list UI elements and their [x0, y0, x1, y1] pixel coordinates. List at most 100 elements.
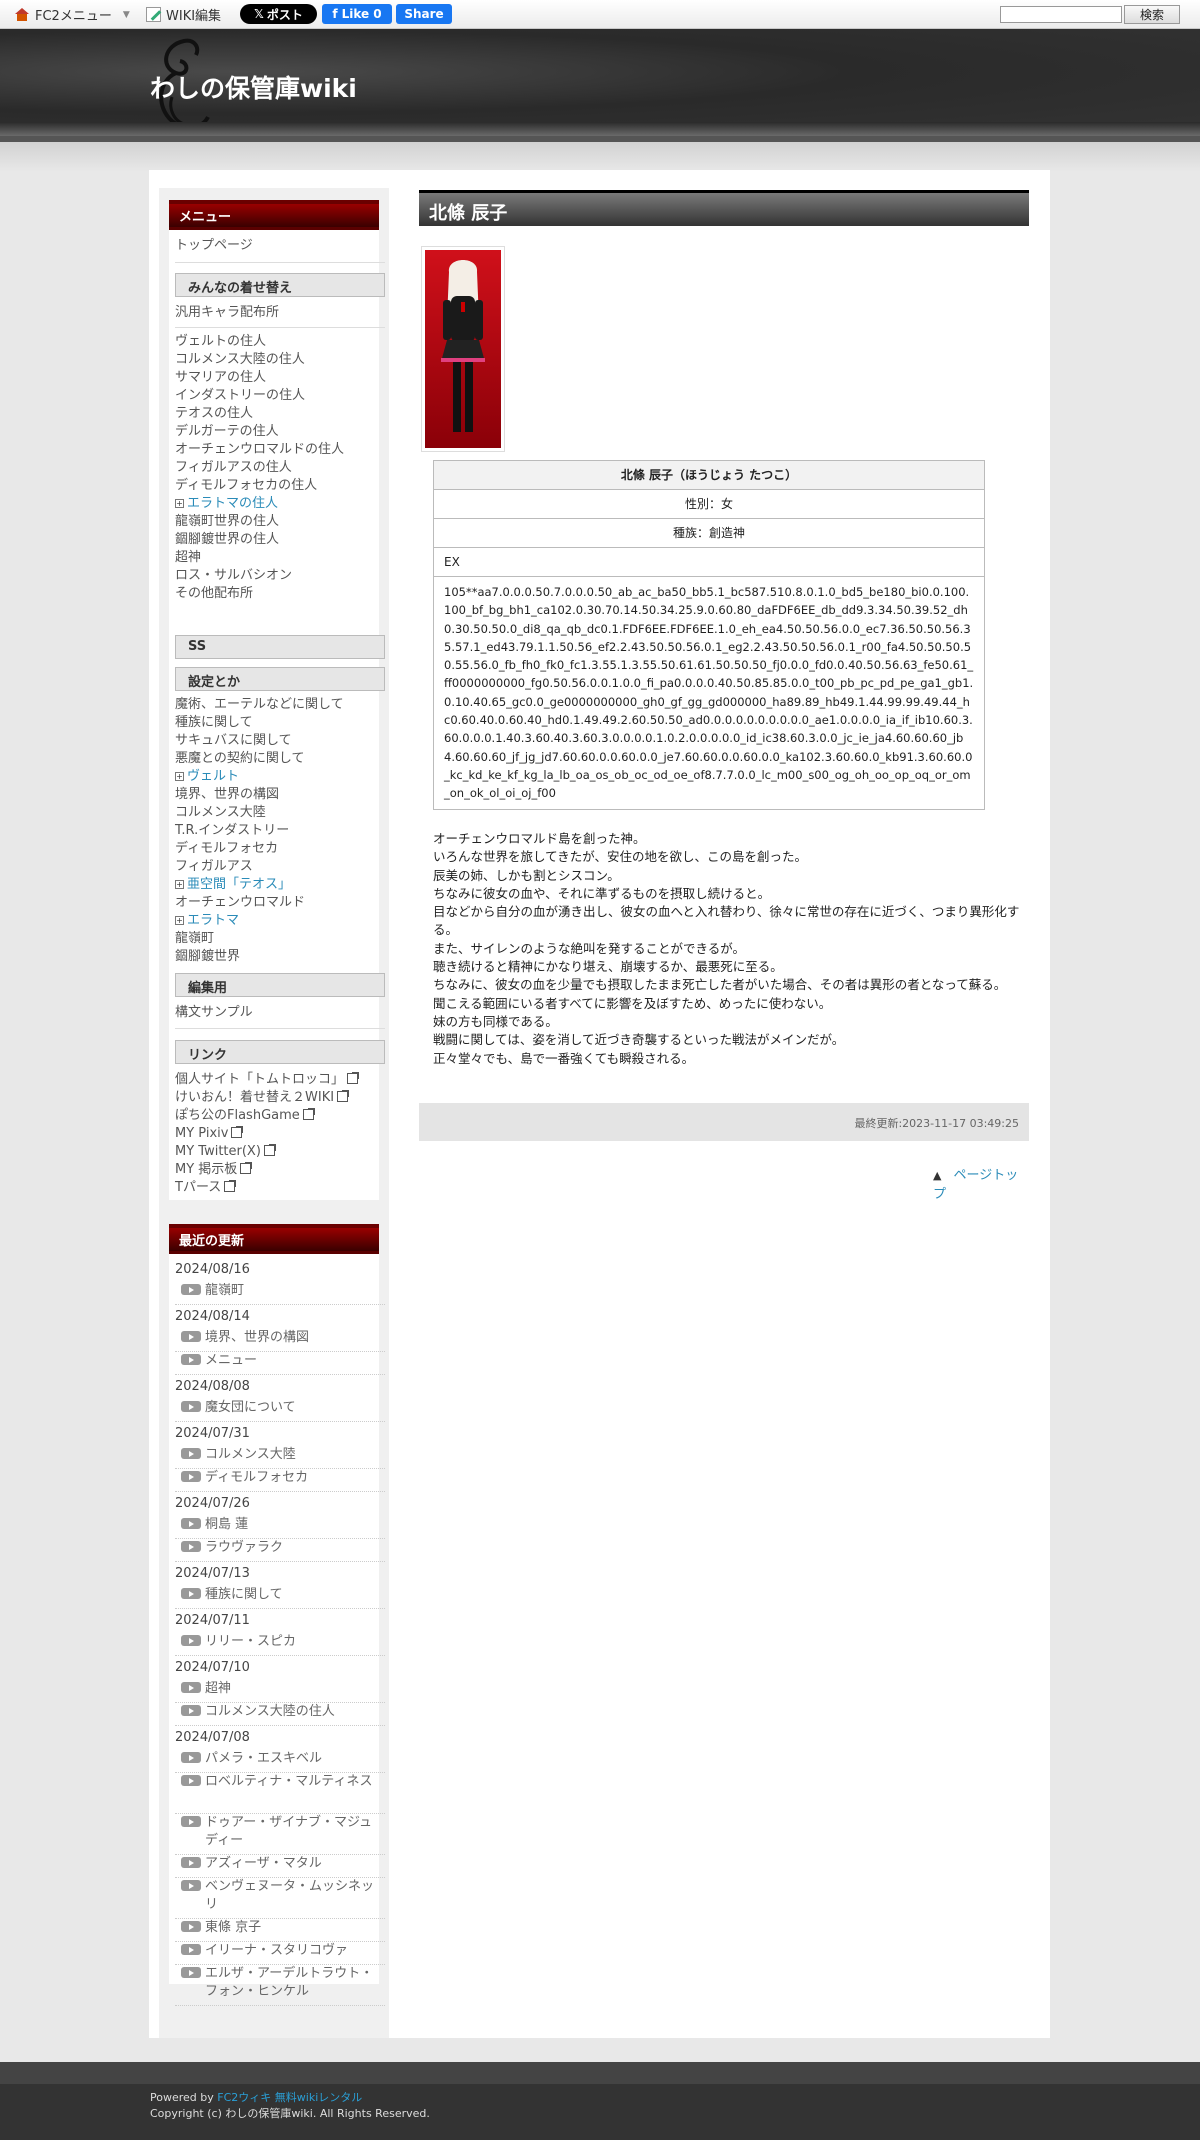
recent-item[interactable]: 魔女団について: [175, 1399, 385, 1422]
search-button[interactable]: 検索: [1124, 5, 1180, 24]
recent-item[interactable]: アズィーザ・マタル: [175, 1855, 385, 1878]
menu-resident-9[interactable]: + エラトマの住人: [175, 495, 344, 513]
recent-item[interactable]: 龍嶺町: [175, 1282, 385, 1305]
expand-plus-icon[interactable]: +: [175, 772, 184, 781]
edit-icon: [146, 7, 161, 22]
footer: Powered by FC2ウィキ 無料wikiレンタル Copyright (…: [0, 2062, 1200, 2140]
recent-item[interactable]: ベンヴェヌータ・ムッシネッリ: [175, 1878, 385, 1919]
menu-resident-14[interactable]: その他配布所: [175, 585, 344, 603]
site-title[interactable]: わしの保管庫wiki: [150, 69, 357, 105]
menu-setting-0[interactable]: 魔術、エーテルなどに関して: [175, 696, 344, 714]
description-line: また、サイレンのような絶叫を発することができるが。: [433, 940, 746, 956]
link-item-3[interactable]: MY Pixiv: [175, 1125, 358, 1143]
expand-plus-icon[interactable]: +: [175, 916, 184, 925]
arrow-right-icon: [181, 1518, 201, 1529]
menu-top-page[interactable]: トップページ: [175, 237, 253, 255]
menu-resident-3[interactable]: インダストリーの住人: [175, 387, 344, 405]
recent-item-label: 魔女団について: [205, 1400, 296, 1415]
menu-setting-4[interactable]: + ヴェルト: [175, 768, 344, 786]
recent-item[interactable]: ディモルフォセカ: [175, 1469, 385, 1492]
menu-setting-4-label: ヴェルト: [187, 769, 240, 784]
menu-setting-12[interactable]: + エラトマ: [175, 912, 344, 930]
menu-resident-9-label: エラトマの住人: [187, 496, 279, 511]
menu-setting-1[interactable]: 種族に関して: [175, 714, 344, 732]
menu-resident-13[interactable]: ロス・サルバシオン: [175, 567, 344, 585]
page-top-link[interactable]: ▲ ページトップ: [933, 1164, 1029, 1202]
menu-resident-5[interactable]: デルガーテの住人: [175, 423, 344, 441]
profile-name: 北條 辰子（ほうじょう たつこ）: [433, 460, 985, 490]
link-item-1[interactable]: けいおん！着せ替え２WIKI: [175, 1089, 358, 1107]
menu-resident-6[interactable]: オーチェンウロマルドの住人: [175, 441, 344, 459]
fb-like-button[interactable]: f Like 0: [322, 4, 392, 24]
header-shadow: [0, 142, 1200, 172]
menu-resident-7[interactable]: フィガルアスの住人: [175, 459, 344, 477]
menu-setting-5[interactable]: 境界、世界の構図: [175, 786, 344, 804]
menu-resident-4[interactable]: テオスの住人: [175, 405, 344, 423]
menu-resident-10[interactable]: 龍嶺町世界の住人: [175, 513, 344, 531]
recent-item[interactable]: 東條 京子: [175, 1919, 385, 1942]
wiki-edit-link[interactable]: WIKI編集: [146, 5, 221, 24]
menu-generic-chars[interactable]: 汎用キャラ配布所: [175, 304, 279, 322]
menu-resident-0[interactable]: ヴェルトの住人: [175, 333, 344, 351]
character-image[interactable]: [421, 246, 505, 452]
menu-setting-9[interactable]: フィガルアス: [175, 858, 344, 876]
menu-resident-10-label: 龍嶺町世界の住人: [175, 514, 280, 529]
fb-share-button[interactable]: Share: [396, 4, 452, 24]
recent-item[interactable]: リリー・スピカ: [175, 1633, 385, 1656]
arrow-right-icon: [181, 1635, 201, 1646]
menu-setting-6[interactable]: コルメンス大陸: [175, 804, 344, 822]
menu-setting-7[interactable]: T.R.インダストリー: [175, 822, 344, 840]
recent-item[interactable]: 境界、世界の構図: [175, 1329, 385, 1352]
menu-resident-2[interactable]: サマリアの住人: [175, 369, 344, 387]
description-line: 戦闘に関しては、姿を消して近づき奇襲するといった戦法がメインだが。: [433, 1032, 845, 1048]
arrow-right-icon: [181, 1588, 201, 1599]
recent-item[interactable]: ロベルティナ・マルティネス: [175, 1773, 385, 1814]
menu-setting-14[interactable]: 錮腳鍍世界: [175, 948, 344, 966]
link-item-5[interactable]: MY 掲示板: [175, 1161, 358, 1179]
recent-item[interactable]: メニュー: [175, 1352, 385, 1375]
menu-setting-10[interactable]: + 亜空間「テオス」: [175, 876, 344, 894]
menu-resident-11[interactable]: 錮腳鍍世界の住人: [175, 531, 344, 549]
recent-item[interactable]: 種族に関して: [175, 1586, 385, 1609]
recent-item[interactable]: 超神: [175, 1680, 385, 1703]
footer-fc2-link[interactable]: FC2ウィキ 無料wikiレンタル: [217, 2091, 362, 2104]
menu-resident-1[interactable]: コルメンス大陸の住人: [175, 351, 344, 369]
menu-resident-11-label: 錮腳鍍世界の住人: [175, 532, 280, 547]
menu-setting-11[interactable]: オーチェンウロマルド: [175, 894, 344, 912]
link-item-0[interactable]: 個人サイト「トムトロッコ」: [175, 1071, 360, 1089]
link-item-2[interactable]: ぽち公のFlashGame: [175, 1107, 358, 1125]
expand-plus-icon[interactable]: +: [175, 880, 184, 889]
recent-item[interactable]: ドゥアー・ザイナブ・マジュディー: [175, 1814, 385, 1855]
arrow-right-icon: [181, 1705, 201, 1716]
recent-item[interactable]: ラウヴァラク: [175, 1539, 385, 1562]
x-post-button[interactable]: 𝕏 ポスト: [240, 4, 317, 24]
menu-setting-3[interactable]: 悪魔との契約に関して: [175, 750, 344, 768]
recent-item[interactable]: エルザ・アーデルトラウト・フォン・ヒンケル: [175, 1965, 385, 2006]
external-link-icon: [302, 1108, 315, 1120]
description-line: 聴き続けると精神にかなり堪え、崩壊するか、最悪死に至る。: [433, 959, 783, 975]
recent-item[interactable]: パメラ・エスキベル: [175, 1750, 385, 1773]
expand-plus-icon[interactable]: +: [175, 499, 184, 508]
recent-item[interactable]: コルメンス大陸の住人: [175, 1703, 385, 1726]
link-item-1-label: けいおん！着せ替え２WIKI: [175, 1090, 335, 1105]
recent-item-label: ディモルフォセカ: [205, 1470, 309, 1485]
recent-item[interactable]: イリーナ・スタリコヴァ: [175, 1942, 385, 1965]
external-link-icon: [240, 1162, 253, 1174]
menu-setting-12-label: エラトマ: [187, 913, 240, 928]
link-item-4[interactable]: MY Twitter(X): [175, 1143, 358, 1161]
recent-item[interactable]: 桐島 蓮: [175, 1516, 385, 1539]
menu-setting-8[interactable]: ディモルフォセカ: [175, 840, 344, 858]
menu-setting-13[interactable]: 龍嶺町: [175, 930, 344, 948]
menu-resident-12-label: 超神: [175, 550, 202, 565]
link-item-6[interactable]: Tパース: [175, 1179, 358, 1197]
recent-item[interactable]: コルメンス大陸: [175, 1446, 385, 1469]
recent-date: 2024/07/08: [175, 1730, 250, 1745]
menu-resident-12[interactable]: 超神: [175, 549, 344, 567]
fc2-menu[interactable]: FC2メニュー ▼: [14, 5, 130, 24]
menu-syntax-sample[interactable]: 構文サンプル: [175, 1004, 253, 1022]
search-input[interactable]: [1000, 6, 1122, 23]
menu-resident-8[interactable]: ディモルフォセカの住人: [175, 477, 344, 495]
menu-setting-2[interactable]: サキュバスに関して: [175, 732, 344, 750]
arrow-right-icon: [181, 1944, 201, 1955]
menu-resident-3-label: インダストリーの住人: [175, 388, 306, 403]
